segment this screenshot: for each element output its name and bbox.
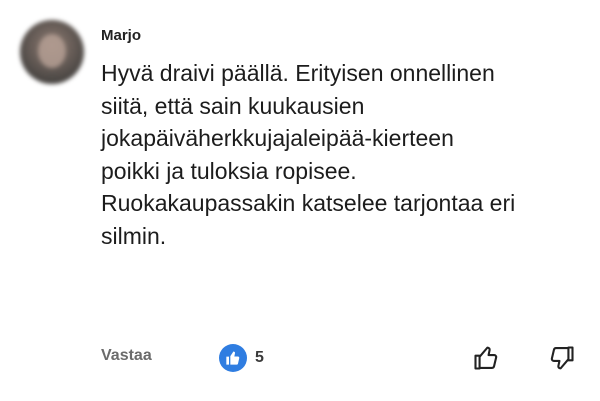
like-summary[interactable]: 5 [219, 344, 264, 372]
comment-line: siitä, että sain kuukausien [101, 92, 365, 119]
comment-text: Hyvä draivi päällä. Erityisen onnellinen… [101, 57, 571, 252]
upvote-button[interactable] [470, 342, 502, 374]
thumbs-up-icon [219, 344, 247, 372]
thumbs-down-outline-icon [550, 346, 574, 370]
avatar[interactable] [20, 20, 84, 84]
comment-line: poikki ja tuloksia ropisee. [101, 157, 357, 184]
downvote-button[interactable] [546, 342, 578, 374]
comment-line: jokapäiväherkkujajaleipää-kierteen [101, 125, 454, 151]
reply-button[interactable]: Vastaa [101, 347, 152, 365]
thumbs-up-outline-icon [474, 346, 498, 370]
avatar-face [38, 34, 66, 68]
comment-line: silmin. [101, 222, 167, 249]
comment-line: Hyvä draivi päällä. Erityisen onnellinen [101, 60, 495, 86]
like-count: 5 [255, 349, 264, 366]
comment-card: Marjo Hyvä draivi päällä. Erityisen onne… [0, 0, 600, 401]
comment-author[interactable]: Marjo [101, 27, 141, 44]
comment-line: Ruokakaupassakin katselee tarjontaa eri [101, 190, 516, 216]
